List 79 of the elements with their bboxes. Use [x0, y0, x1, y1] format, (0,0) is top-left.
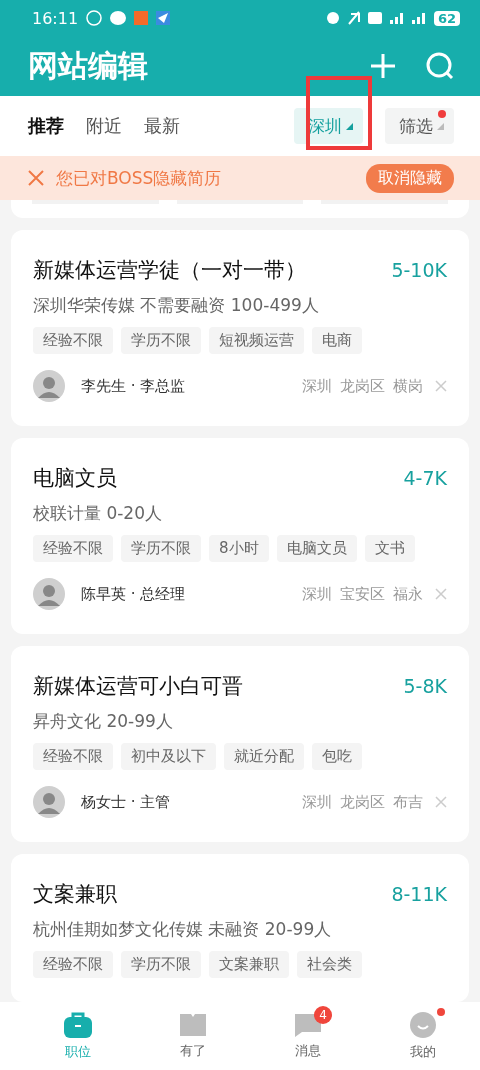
tab[interactable]: 推荐: [28, 114, 64, 138]
hd-icon: [367, 12, 382, 24]
location-text: 布吉: [393, 792, 423, 812]
nav-tab[interactable]: 消息 4: [250, 1002, 365, 1070]
close-icon[interactable]: [435, 380, 447, 392]
job-tag: 电商: [312, 327, 362, 354]
page-title: 网站编辑: [28, 46, 149, 85]
recruiter-name: 陈早英 · 总经理: [81, 584, 187, 604]
company-info: 校联计量 0-20人: [33, 502, 163, 525]
job-tag: 短视频运营: [209, 327, 304, 354]
job-tag: 文案兼职: [209, 951, 289, 978]
chat-icon: [110, 11, 127, 25]
tab[interactable]: 最新: [144, 114, 180, 138]
job-tag: 就近分配: [224, 743, 304, 770]
salary: 5-10K: [391, 259, 447, 281]
tab[interactable]: 附近: [86, 114, 122, 138]
job-tag: 经验不限: [33, 951, 113, 978]
banner-text: 您已对BOSS隐藏简历: [56, 166, 223, 190]
close-icon[interactable]: [435, 796, 447, 808]
salary: 4-7K: [403, 467, 447, 489]
location-text: 深圳: [302, 792, 332, 812]
job-card[interactable]: 新媒体运营学徒（一对一带） 5-10K 深圳华荣传媒 不需要融资 100-499人 经验不限 学历不限 短视频运营 电商 李先生 · 李总监 深圳 龙岗区 横岗: [11, 230, 469, 426]
job-tag: 文书: [364, 535, 415, 562]
avatar: [33, 786, 65, 818]
job-card[interactable]: 新媒体运营可小白可晋 5-8K 昇舟文化 20-99人 经验不限 初中及以下 就近分配 包吃 杨女士 · 主管 深圳 龙岗区 布吉: [11, 646, 469, 842]
search-icon[interactable]: [426, 52, 454, 80]
company-info: 昇舟文化 20-99人: [33, 710, 174, 733]
location-text: 宝安区: [340, 584, 385, 604]
nav-tab[interactable]: 我的: [365, 1002, 480, 1070]
app-icon: [134, 11, 149, 25]
avatar: [33, 578, 65, 610]
location-text: 福永: [393, 584, 423, 604]
close-icon[interactable]: [28, 170, 44, 186]
job-tag: 学历不限: [121, 951, 201, 978]
book-icon: [178, 1012, 207, 1038]
job-tag: 经验不限: [33, 535, 113, 562]
circle-icon: [86, 10, 103, 26]
salary: 5-8K: [403, 675, 447, 697]
job-tag: 社会类: [297, 951, 362, 978]
close-icon[interactable]: [435, 588, 447, 600]
job-tag: 包吃: [312, 743, 362, 770]
battery-level: 62: [433, 10, 460, 26]
nav-tab[interactable]: 有了: [135, 1002, 250, 1070]
location-text: 龙岗区: [340, 376, 385, 396]
location-text: 横岗: [393, 376, 423, 396]
alarm-icon: [325, 11, 340, 25]
status-time: 16:11: [32, 8, 79, 28]
job-card[interactable]: 电脑文员 4-7K 校联计量 0-20人 经验不限 学历不限 8小时 电脑文员 文书 陈早英 · 总经理 深圳 宝安区 福永: [11, 438, 469, 634]
caret-icon: [437, 122, 444, 130]
job-tag: 经验不限: [33, 327, 113, 354]
job-tag: 经验不限: [33, 743, 113, 770]
job-title: 新媒体运营可小白可晋: [33, 673, 244, 700]
job-tag: 学历不限: [121, 535, 201, 562]
smiley-icon: [408, 1011, 437, 1039]
job-title: 电脑文员: [33, 465, 118, 492]
filter-button[interactable]: 筛选: [385, 108, 454, 144]
location-text: 龙岗区: [340, 792, 385, 812]
recruiter-name: 杨女士 · 主管: [81, 792, 172, 812]
job-tag: 初中及以下: [121, 743, 216, 770]
caret-icon: [346, 122, 353, 130]
avatar: [33, 370, 65, 402]
location-text: 深圳: [302, 376, 332, 396]
job-tag: 学历不限: [121, 327, 201, 354]
send-icon: [156, 11, 171, 25]
salary: 8-11K: [391, 883, 447, 905]
plus-icon[interactable]: [370, 53, 396, 79]
signal-icon: [389, 12, 404, 24]
company-info: 深圳华荣传媒 不需要融资 100-499人: [33, 294, 320, 317]
job-card[interactable]: 文案兼职 8-11K 杭州佳期如梦文化传媒 未融资 20-99人 经验不限 学历不限 文案兼职 社会类: [11, 854, 469, 1002]
briefcase-icon: [62, 1011, 93, 1039]
company-info: 杭州佳期如梦文化传媒 未融资 20-99人: [33, 918, 333, 941]
signal-icon: [411, 12, 426, 24]
job-tag: 电脑文员: [276, 535, 357, 562]
job-title: 文案兼职: [33, 881, 118, 908]
unread-badge: 4: [314, 1006, 332, 1024]
job-tag: 8小时: [209, 535, 269, 562]
recruiter-name: 李先生 · 李总监: [81, 376, 187, 396]
location-text: 深圳: [302, 584, 332, 604]
job-title: 新媒体运营学徒（一对一带）: [33, 257, 307, 284]
